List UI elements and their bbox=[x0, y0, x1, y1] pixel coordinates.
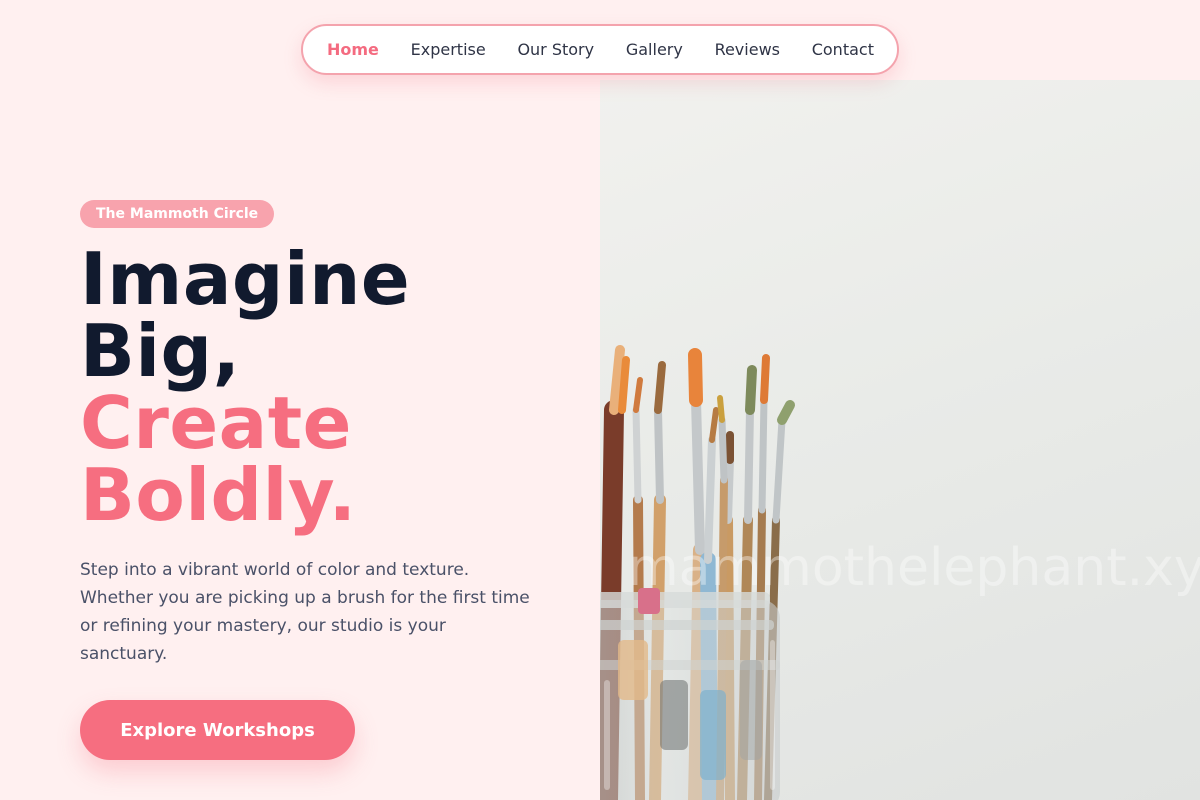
brand-badge: The Mammoth Circle bbox=[80, 200, 275, 228]
nav-item-home[interactable]: Home bbox=[327, 40, 379, 59]
headline-line-2: Big, bbox=[80, 309, 241, 393]
explore-workshops-button[interactable]: Explore Workshops bbox=[80, 700, 355, 760]
hero-headline: Imagine Big, Create Boldly. bbox=[80, 243, 410, 531]
hero-intro-text: Step into a vibrant world of color and t… bbox=[80, 560, 530, 664]
nav-item-our-story[interactable]: Our Story bbox=[517, 40, 594, 59]
watermark-text: mammothelephant.xyz bbox=[628, 538, 1200, 598]
paint-brushes-jar-illustration bbox=[600, 345, 795, 800]
hero-image: mammothelephant.xyz bbox=[600, 80, 1200, 800]
nav-item-gallery[interactable]: Gallery bbox=[626, 40, 683, 59]
nav-item-contact[interactable]: Contact bbox=[812, 40, 874, 59]
headline-line-4: Boldly. bbox=[80, 453, 357, 537]
headline-line-3: Create bbox=[80, 381, 353, 465]
nav-item-reviews[interactable]: Reviews bbox=[715, 40, 780, 59]
nav-item-expertise[interactable]: Expertise bbox=[411, 40, 486, 59]
main-nav: Home Expertise Our Story Gallery Reviews… bbox=[301, 24, 899, 75]
headline-line-1: Imagine bbox=[80, 237, 411, 321]
